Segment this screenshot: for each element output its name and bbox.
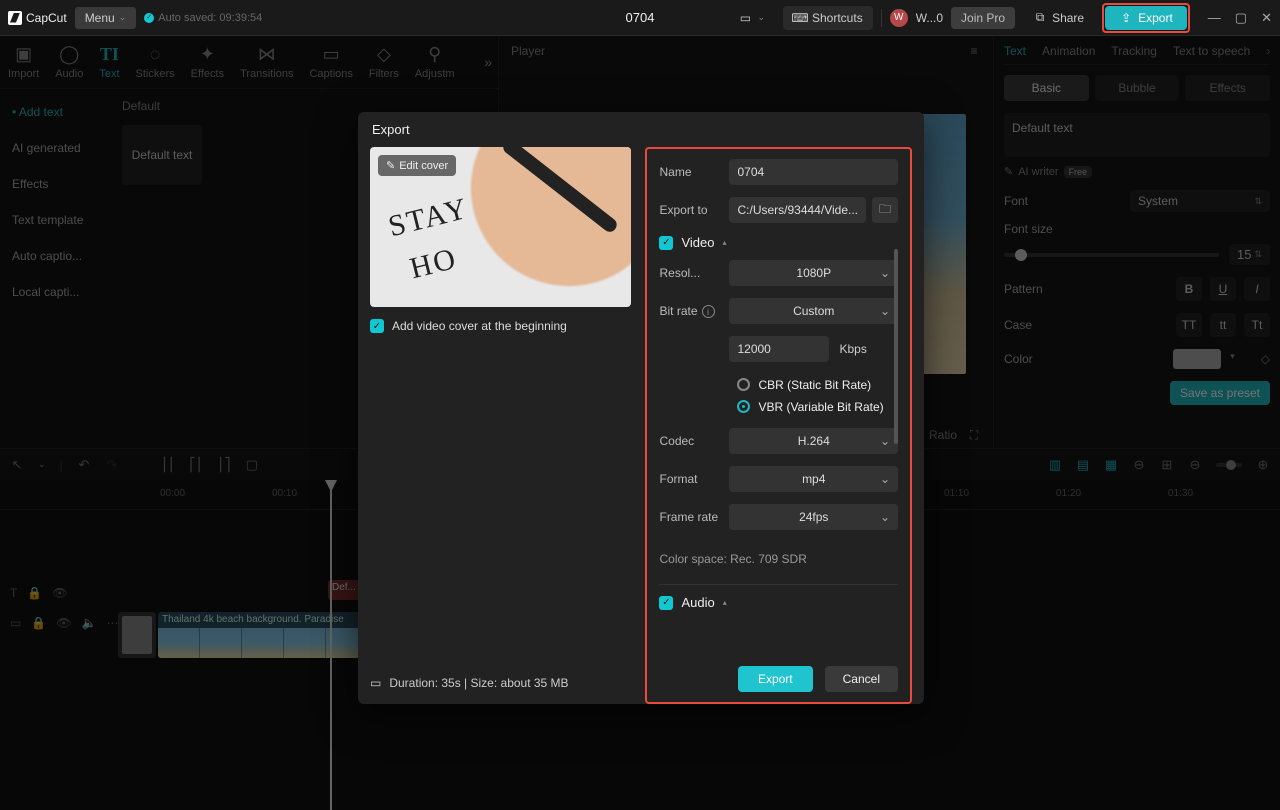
export-settings-highlight: Name 0704 Export to C:/Users/93444/Vide.… — [645, 147, 912, 704]
minimize-icon[interactable]: — — [1208, 10, 1221, 26]
brand-name: CapCut — [26, 11, 67, 25]
close-icon[interactable]: ✕ — [1261, 10, 1272, 26]
colorspace-note: Color space: Rec. 709 SDR — [659, 542, 898, 580]
maximize-icon[interactable]: ▢ — [1235, 10, 1247, 26]
vbr-radio[interactable]: VBR (Variable Bit Rate) — [659, 396, 898, 418]
chevron-down-icon: ⌄ — [119, 12, 127, 23]
aspect-button[interactable]: ▭⌄ — [728, 6, 775, 30]
codec-label: Codec — [659, 434, 729, 448]
collapse-icon: ▴ — [723, 598, 727, 607]
logo-icon — [8, 11, 22, 25]
name-label: Name — [659, 165, 729, 179]
framerate-select[interactable]: 24fps — [729, 504, 898, 530]
collapse-icon: ▴ — [723, 238, 727, 247]
framerate-label: Frame rate — [659, 510, 729, 524]
keyboard-icon: ⌨ — [793, 11, 807, 25]
avatar[interactable]: W — [890, 9, 908, 27]
export-icon: ⇪ — [1119, 11, 1133, 25]
duration-size: ▭ Duration: 35s | Size: about 35 MB — [370, 664, 631, 704]
cbr-radio[interactable]: CBR (Static Bit Rate) — [659, 374, 898, 396]
user-name: W...0 — [916, 11, 943, 25]
format-select[interactable]: mp4 — [729, 466, 898, 492]
export-highlight: ⇪Export — [1102, 3, 1190, 33]
resolution-select[interactable]: 1080P — [729, 260, 898, 286]
cover-preview: STAY HO ✎Edit cover — [370, 147, 631, 307]
share-icon: ⧉ — [1033, 11, 1047, 25]
join-pro-button[interactable]: Join Pro — [951, 7, 1015, 29]
autosave-status: Auto saved: 09:39:54 — [144, 12, 262, 24]
codec-select[interactable]: H.264 — [729, 428, 898, 454]
resolution-label: Resol... — [659, 266, 729, 280]
bitrate-select[interactable]: Custom — [729, 298, 898, 324]
kbps-label: Kbps — [839, 342, 866, 356]
dialog-title: Export — [358, 112, 924, 147]
add-cover-checkbox[interactable]: ✓ Add video cover at the beginning — [370, 319, 631, 333]
audio-section[interactable]: ✓ Audio ▴ — [659, 595, 898, 610]
pencil-icon: ✎ — [386, 159, 395, 172]
menu-button[interactable]: Menu⌄ — [75, 7, 137, 29]
edit-cover-button[interactable]: ✎Edit cover — [378, 155, 456, 176]
shortcuts-button[interactable]: ⌨Shortcuts — [783, 6, 873, 30]
folder-icon[interactable]: 🗀 — [872, 197, 898, 223]
project-title: 0704 — [626, 10, 655, 25]
exportto-input[interactable]: C:/Users/93444/Vide... — [729, 197, 866, 223]
window-controls: — ▢ ✕ — [1208, 10, 1272, 26]
bitrate-label: Bit ratei — [659, 304, 729, 319]
checkbox-icon: ✓ — [659, 596, 673, 610]
info-icon[interactable]: i — [702, 305, 715, 318]
titlebar-right: ▭⌄ ⌨Shortcuts W W...0 Join Pro ⧉Share ⇪E… — [728, 3, 1272, 33]
bitrate-input[interactable]: 12000 — [729, 336, 829, 362]
checkbox-icon: ✓ — [659, 236, 673, 250]
export-confirm-button[interactable]: Export — [738, 666, 813, 692]
app-logo: CapCut — [8, 11, 67, 25]
exportto-label: Export to — [659, 203, 729, 217]
film-icon: ▭ — [370, 676, 381, 690]
check-icon — [144, 13, 154, 23]
checkbox-icon: ✓ — [370, 319, 384, 333]
export-button[interactable]: ⇪Export — [1105, 6, 1187, 30]
aspect-icon: ▭ — [738, 11, 752, 25]
name-input[interactable]: 0704 — [729, 159, 898, 185]
share-button[interactable]: ⧉Share — [1023, 6, 1094, 30]
format-label: Format — [659, 472, 729, 486]
video-section[interactable]: ✓ Video ▴ — [659, 235, 898, 250]
cancel-button[interactable]: Cancel — [825, 666, 898, 692]
export-dialog: Export STAY HO ✎Edit cover ✓ Add video c… — [358, 112, 924, 704]
titlebar: CapCut Menu⌄ Auto saved: 09:39:54 0704 ▭… — [0, 0, 1280, 36]
